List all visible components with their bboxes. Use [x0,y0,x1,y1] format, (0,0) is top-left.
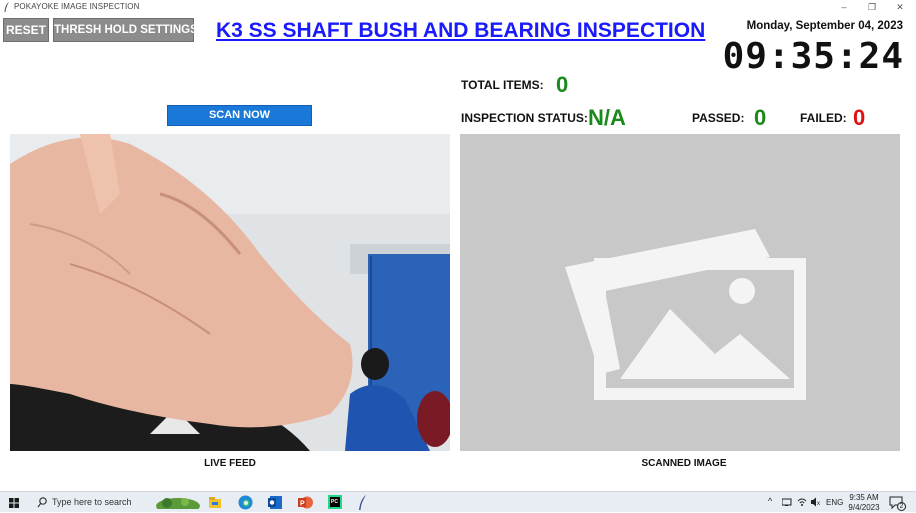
date-display: Monday, September 04, 2023 [746,20,903,32]
windows-start-icon[interactable] [9,498,19,513]
live-feed-panel [10,134,450,451]
thresh-hold-settings-button[interactable]: THRESH HOLD SETTINGS [53,18,198,42]
scan-now-button[interactable]: SCAN NOW [167,105,312,126]
scanned-image-panel [460,134,900,451]
notification-count-badge: 2 [897,502,906,511]
notification-icon[interactable]: 2 [889,495,906,511]
reset-button[interactable]: RESET [3,18,49,42]
volume-icon[interactable]: x [810,497,822,507]
total-items-label: TOTAL ITEMS: [461,78,544,92]
live-feed-image [10,134,450,451]
edge-icon[interactable] [238,495,253,510]
svg-text:PC: PC [331,499,338,505]
inspection-status-value: N/A [588,105,626,130]
feather-icon [4,2,9,12]
passed-value: 0 [754,105,767,130]
inspection-status-label: INSPECTION STATUS: [461,111,588,125]
minimize-button[interactable]: – [830,0,858,14]
svg-text:P: P [300,501,305,508]
window-title: POKAYOKE IMAGE INSPECTION [14,2,140,11]
window-titlebar: POKAYOKE IMAGE INSPECTION – ❐ ✕ [0,0,916,14]
restore-button[interactable]: ❐ [858,0,886,14]
taskbar-time: 9:35 AM [849,493,879,502]
scanned-image-caption: SCANNED IMAGE [641,458,727,469]
close-button[interactable]: ✕ [886,0,914,14]
network-icon[interactable] [782,498,792,506]
svg-text:x: x [817,501,820,507]
file-explorer-icon[interactable] [208,495,222,510]
widgets-icon[interactable] [155,494,201,509]
taskbar-clock[interactable]: 9:35 AM 9/4/2023 [848,493,880,513]
live-feed-caption: LIVE FEED [204,458,256,469]
total-items-value: 0 [556,72,569,97]
failed-value: 0 [853,105,866,130]
language-indicator[interactable]: ENG [826,498,843,507]
page-title: K3 SS SHAFT BUSH AND BEARING INSPECTION [216,19,706,42]
chevron-up-icon[interactable]: ^ [768,496,772,506]
failed-label: FAILED: [800,111,847,125]
pycharm-icon[interactable]: PC [328,495,343,510]
powerpoint-icon[interactable]: P [298,495,313,510]
passed-label: PASSED: [692,111,745,125]
outlook-icon[interactable] [268,495,283,510]
feather-app-icon[interactable] [358,495,368,510]
search-icon [37,497,47,508]
wifi-icon[interactable] [797,497,807,507]
image-placeholder-icon [565,229,806,400]
taskbar-search-input[interactable]: Type here to search [52,497,132,512]
taskbar: Type here to search P PC ^ x ENG 9:35 AM… [0,491,916,512]
clock-display: 09:35:24 [722,36,904,77]
